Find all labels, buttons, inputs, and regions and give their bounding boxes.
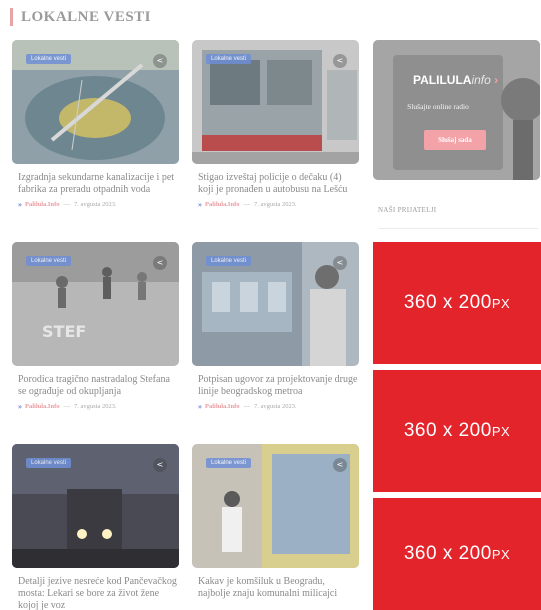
share-icon[interactable]: < — [333, 256, 347, 270]
share-icon[interactable]: < — [333, 54, 347, 68]
double-chevron-icon: » — [198, 402, 202, 411]
article-thumbnail[interactable]: Lokalne vesti < — [192, 40, 359, 164]
share-icon[interactable]: < — [153, 458, 167, 472]
category-badge[interactable]: Lokalne vesti — [26, 256, 72, 266]
article-meta: » Palilula.Info — 7. avgusta 2023. — [12, 200, 179, 209]
share-icon[interactable]: < — [333, 458, 347, 472]
friends-title: NAŠI PRIJATELJI — [378, 206, 437, 214]
category-badge[interactable]: Lokalne vesti — [26, 54, 72, 64]
article-card[interactable]: Lokalne vesti < Stigao izveštaj policije… — [192, 40, 359, 209]
article-author[interactable]: Palilula.Info — [205, 403, 240, 410]
section-header: LOKALNE VESTI — [10, 8, 151, 26]
article-author[interactable]: Palilula.Info — [25, 201, 60, 208]
listen-now-button[interactable]: Slušaj sada — [424, 130, 486, 150]
article-title[interactable]: Kakav je komšiluk u Beogradu, najbolje z… — [192, 576, 359, 600]
article-title[interactable]: Izgradnja sekundarne kanalizacije i pet … — [12, 172, 179, 196]
category-badge[interactable]: Lokalne vesti — [206, 256, 252, 266]
divider — [378, 228, 538, 229]
category-badge[interactable]: Lokalne vesti — [26, 458, 72, 468]
meta-separator: — — [63, 201, 71, 208]
article-date: 7. avgusta 2023. — [254, 201, 297, 208]
category-badge[interactable]: Lokalne vesti — [206, 458, 252, 468]
article-date: 7. avgusta 2023. — [254, 403, 297, 410]
ad-banner[interactable]: 360 x 200PX — [373, 242, 541, 364]
double-chevron-icon: » — [18, 402, 22, 411]
article-date: 7. avgusta 2023. — [74, 403, 117, 410]
article-card[interactable]: Lokalne vesti < Izgradnja sekundarne kan… — [12, 40, 179, 209]
article-thumbnail[interactable]: Lokalne vesti < — [192, 444, 359, 568]
radio-widget: PALILULAinfo › Slušajte online radio Slu… — [373, 40, 540, 180]
section-title: LOKALNE VESTI — [21, 8, 152, 25]
double-chevron-icon: » — [18, 200, 22, 209]
article-thumbnail[interactable]: STEF Lokalne vesti < — [12, 242, 179, 366]
article-thumbnail[interactable]: Lokalne vesti < — [12, 444, 179, 568]
category-badge[interactable]: Lokalne vesti — [206, 54, 252, 64]
article-meta: » Palilula.Info — 7. avgusta 2023. — [192, 402, 359, 411]
article-author[interactable]: Palilula.Info — [205, 201, 240, 208]
radio-subtitle: Slušajte online radio — [407, 102, 469, 111]
share-icon[interactable]: < — [153, 54, 167, 68]
share-icon[interactable]: < — [153, 256, 167, 270]
ad-banner[interactable]: 360 x 200PX — [373, 498, 541, 610]
radio-logo: PALILULAinfo › — [413, 73, 499, 87]
article-card[interactable]: Lokalne vesti < Kakav je komšiluk u Beog… — [192, 444, 359, 600]
article-card[interactable]: Lokalne vesti < Detalji jezive nesreće k… — [12, 444, 179, 610]
article-title[interactable]: Detalji jezive nesreće kod Pančevačkog m… — [12, 576, 179, 610]
ad-banner[interactable]: 360 x 200PX — [373, 370, 541, 492]
article-meta: » Palilula.Info — 7. avgusta 2023. — [192, 200, 359, 209]
double-chevron-icon: » — [198, 200, 202, 209]
meta-separator: — — [63, 403, 71, 410]
article-title[interactable]: Stigao izveštaj policije o dečaku (4) ko… — [192, 172, 359, 196]
article-date: 7. avgusta 2023. — [74, 201, 117, 208]
meta-separator: — — [243, 201, 251, 208]
section-accent-bar — [10, 8, 13, 26]
article-thumbnail[interactable]: Lokalne vesti < — [192, 242, 359, 366]
article-card[interactable]: STEF Lokalne vesti < Porodica tragično n… — [12, 242, 179, 411]
svg-text:STEF: STEF — [42, 322, 86, 341]
article-author[interactable]: Palilula.Info — [25, 403, 60, 410]
article-title[interactable]: Porodica tragično nastradalog Stefana se… — [12, 374, 179, 398]
article-thumbnail[interactable]: Lokalne vesti < — [12, 40, 179, 164]
article-card[interactable]: Lokalne vesti < Potpisan ugovor za proje… — [192, 242, 359, 411]
meta-separator: — — [243, 403, 251, 410]
article-meta: » Palilula.Info — 7. avgusta 2023. — [12, 402, 179, 411]
article-title[interactable]: Potpisan ugovor za projektovanje druge l… — [192, 374, 359, 398]
